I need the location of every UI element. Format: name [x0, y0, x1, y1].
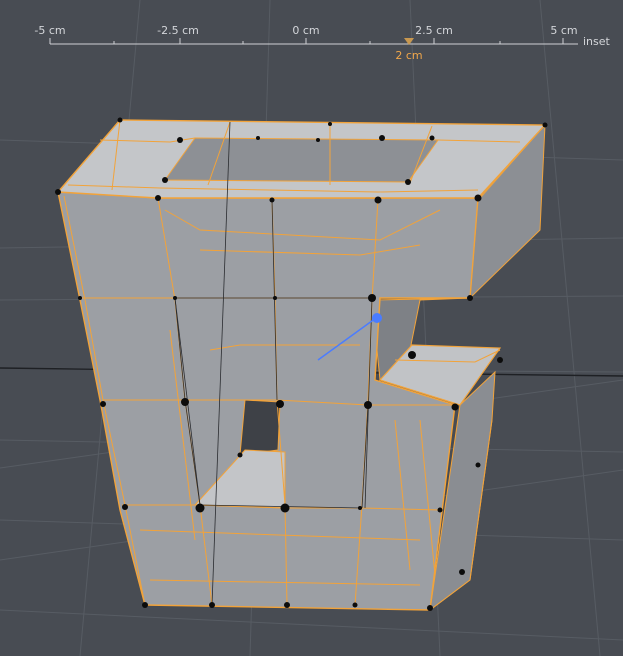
ruler-bar	[49, 38, 578, 45]
mesh-face-window	[239, 399, 281, 456]
ruler-tick-label: 0 cm	[292, 24, 320, 37]
tool-label: inset	[583, 35, 610, 48]
ruler-tick-label: 5 cm	[550, 24, 578, 37]
viewport-canvas[interactable]	[0, 0, 623, 656]
ruler-tick-label: -2.5 cm	[157, 24, 199, 37]
mesh-face-top-cavity	[164, 137, 439, 183]
ruler-tick-label: -5 cm	[34, 24, 66, 37]
ruler-tick-label: 2.5 cm	[415, 24, 453, 37]
inset-value-label: 2 cm	[395, 49, 423, 62]
3d-viewport[interactable]: -5 cm -2.5 cm 0 cm 2.5 cm 5 cm inset 2 c…	[0, 0, 623, 656]
mesh-object[interactable]	[55, 117, 548, 612]
